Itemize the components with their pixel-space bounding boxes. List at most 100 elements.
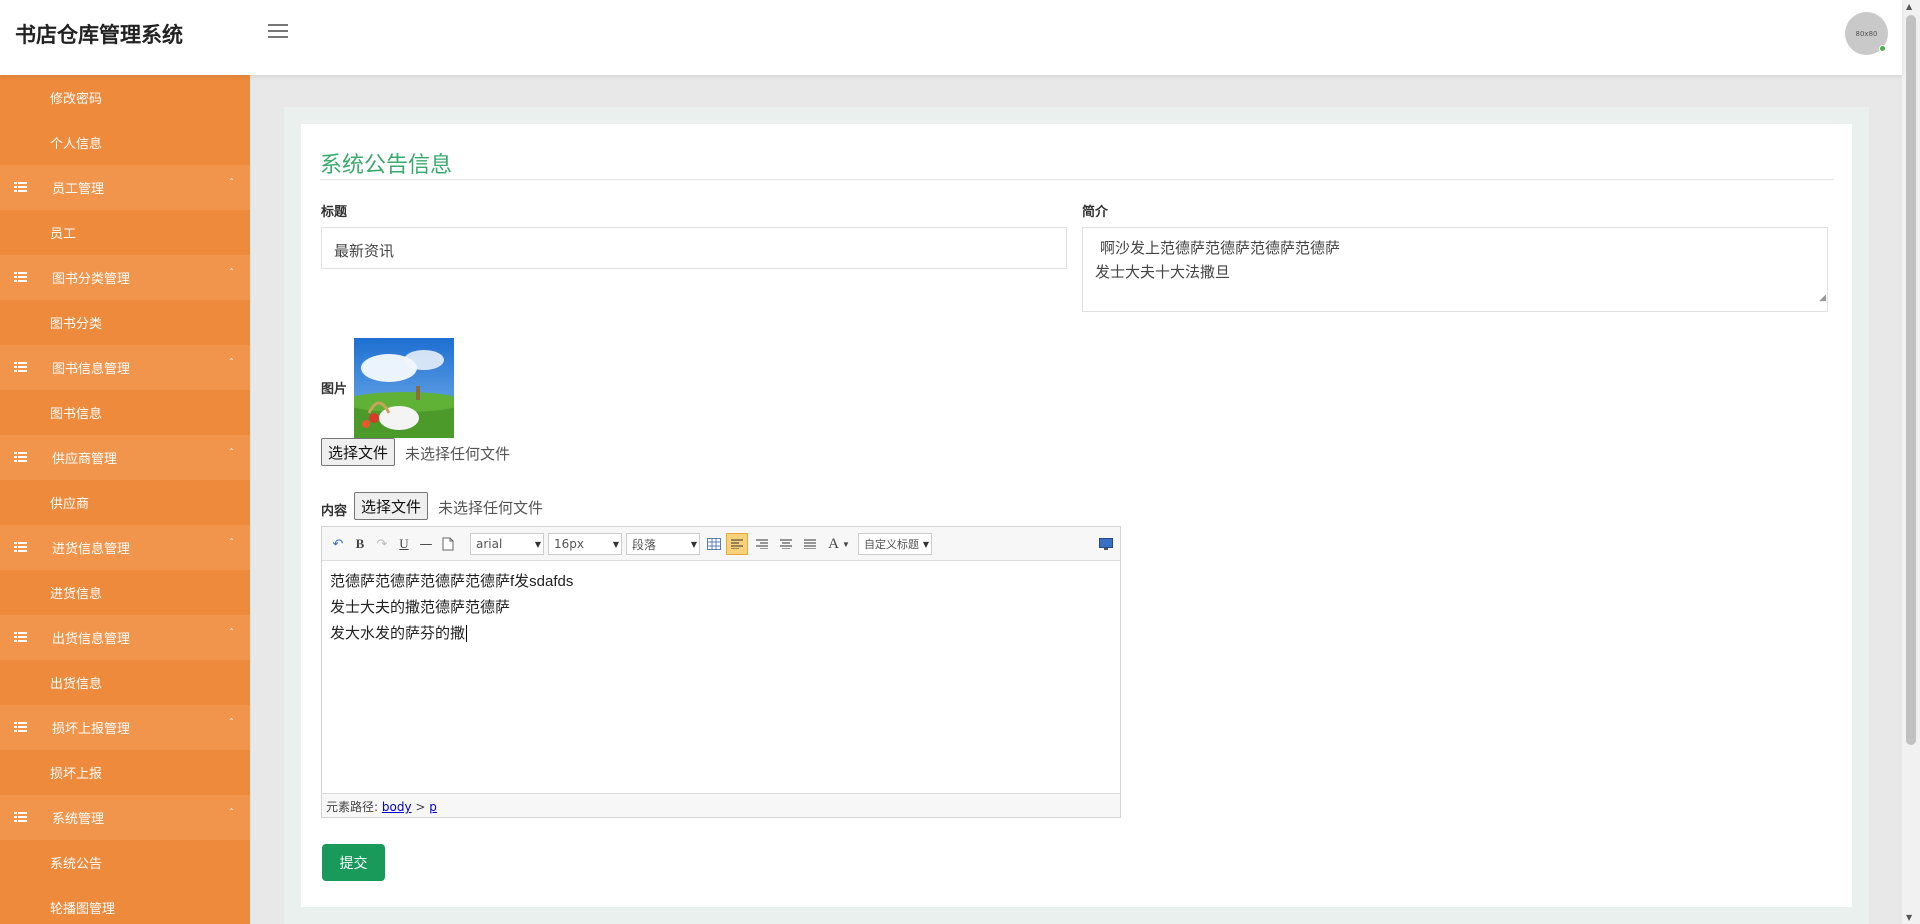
title-input[interactable]: 最新资讯 <box>321 227 1067 269</box>
avatar[interactable]: 80x80 <box>1845 12 1888 55</box>
grid-list-icon <box>14 812 27 822</box>
sidebar-item-label: 系统管理 <box>52 812 105 827</box>
top-header: 书店仓库管理系统 80x80 <box>0 0 1902 75</box>
chevron-up-icon: ˆ <box>229 178 234 189</box>
scrollbar-thumb[interactable] <box>1906 15 1916 745</box>
sidebar-item-label: 员工 <box>50 227 77 242</box>
sidebar-item-label: 出货信息 <box>50 677 103 692</box>
sidebar-group-header[interactable]: 出货信息管理 ˆ <box>0 615 250 660</box>
align-left-icon[interactable] <box>726 533 748 555</box>
paste-plain-icon[interactable] <box>438 533 458 555</box>
avatar-placeholder-text: 80x80 <box>1855 29 1878 38</box>
text-cursor <box>466 625 468 642</box>
sidebar-group-header[interactable]: 进货信息管理 ˆ <box>0 525 250 570</box>
sidebar-item-label: 修改密码 <box>50 92 103 107</box>
scroll-up-icon[interactable]: ▲ <box>1906 2 1912 11</box>
sidebar-item-label: 图书分类 <box>50 317 103 332</box>
font-color-label: A <box>828 535 839 552</box>
sidebar-menu-item[interactable]: 进货信息 <box>0 570 250 615</box>
grid-list-icon <box>14 542 27 552</box>
grid-list-icon <box>14 182 27 192</box>
sidebar-group-header[interactable]: 员工管理 ˆ <box>0 165 250 210</box>
font-size-select[interactable]: 16px ▼ <box>548 533 622 555</box>
sidebar-menu-item[interactable]: 出货信息 <box>0 660 250 705</box>
chevron-down-icon: ▼ <box>534 539 541 549</box>
editor-toolbar: ↶ B ↷ U — arial ▼ 16px ▼ 段落 ▼ A ▼ 自定义标题 … <box>322 527 1120 561</box>
image-label: 图片 <box>321 382 348 397</box>
paragraph-select[interactable]: 段落 ▼ <box>626 533 700 555</box>
sidebar-group-header[interactable]: 损坏上报管理 ˆ <box>0 705 250 750</box>
sidebar-item-label: 图书分类管理 <box>52 272 131 287</box>
content-file-status: 未选择任何文件 <box>438 500 544 517</box>
editor-line: 发大水发的萨芬的撒 <box>330 625 468 642</box>
underline-button[interactable]: U <box>394 533 414 555</box>
content-label: 内容 <box>321 504 348 519</box>
title-divider <box>320 179 1834 180</box>
sidebar-menu-item[interactable]: 图书分类 <box>0 300 250 345</box>
intro-textarea[interactable]: 啊沙发上范德萨范德萨范德萨范德萨 发士大夫十大法撒旦 ◢ <box>1082 227 1828 312</box>
table-icon[interactable] <box>704 533 724 555</box>
editor-content-area[interactable]: 范德萨范德萨范德萨范德萨f发sdafds 发士大夫的撒范德萨范德萨 发大水发的萨… <box>322 562 1120 794</box>
chevron-down-icon: ▼ <box>612 539 619 549</box>
sidebar: 修改密码 个人信息 员工管理 ˆ 员工 图书分类管理 ˆ 图书分类 图书信息管理 ˆ 图书信息 供应商… <box>0 75 250 924</box>
sidebar-menu-item[interactable]: 员工 <box>0 210 250 255</box>
align-center-icon[interactable] <box>776 533 796 555</box>
image-file-button[interactable]: 选择文件 <box>321 438 396 466</box>
sidebar-group-header[interactable]: 图书信息管理 ˆ <box>0 345 250 390</box>
sidebar-menu-item[interactable]: 轮播图管理 <box>0 885 250 924</box>
editor-line: 发士大夫的撒范德萨范德萨 <box>330 599 511 616</box>
sidebar-item-label: 进货信息 <box>50 587 103 602</box>
sidebar-group-header[interactable]: 供应商管理 ˆ <box>0 435 250 480</box>
custom-title-select[interactable]: 自定义标题 ▼ <box>858 533 932 555</box>
sidebar-item-label: 供应商管理 <box>52 452 118 467</box>
font-family-select[interactable]: arial ▼ <box>470 533 544 555</box>
app-title: 书店仓库管理系统 <box>15 23 183 47</box>
intro-label: 简介 <box>1082 205 1109 220</box>
sidebar-item-label: 供应商 <box>50 497 90 512</box>
fullscreen-icon[interactable] <box>1096 533 1116 555</box>
editor-line: 范德萨范德萨范德萨范德萨f发sdafds <box>330 573 574 590</box>
grid-list-icon <box>14 632 27 642</box>
grid-list-icon <box>14 362 27 372</box>
content-file-button[interactable]: 选择文件 <box>354 492 429 520</box>
path-body-link[interactable]: body <box>382 800 412 814</box>
sidebar-group-header[interactable]: 系统管理 ˆ <box>0 795 250 840</box>
sidebar-menu-item[interactable]: 修改密码 <box>0 75 250 120</box>
font-size-value: 16px <box>554 537 584 551</box>
sidebar-item-label: 轮播图管理 <box>50 902 116 917</box>
resize-grip-icon[interactable]: ◢ <box>1819 286 1826 310</box>
page-title: 系统公告信息 <box>320 153 453 178</box>
sidebar-item-label: 进货信息管理 <box>52 542 131 557</box>
align-right-icon[interactable] <box>752 533 772 555</box>
undo-icon[interactable]: ↶ <box>328 533 348 555</box>
sidebar-menu-item[interactable]: 系统公告 <box>0 840 250 885</box>
sidebar-item-label: 个人信息 <box>50 137 103 152</box>
paragraph-value: 段落 <box>632 537 657 552</box>
font-color-button[interactable]: A ▼ <box>824 533 854 555</box>
menu-toggle-icon[interactable] <box>268 24 288 40</box>
chevron-up-icon: ˆ <box>229 628 234 639</box>
font-family-value: arial <box>476 537 503 551</box>
bold-button[interactable]: B <box>350 533 370 555</box>
redo-icon[interactable]: ↷ <box>372 533 392 555</box>
image-preview <box>354 338 454 438</box>
submit-button[interactable]: 提交 <box>322 844 385 881</box>
sidebar-item-label: 图书信息管理 <box>52 362 131 377</box>
chevron-down-icon: ▼ <box>690 539 697 549</box>
sidebar-item-label: 系统公告 <box>50 857 103 872</box>
sidebar-menu-item[interactable]: 图书信息 <box>0 390 250 435</box>
sidebar-menu-item[interactable]: 个人信息 <box>0 120 250 165</box>
page-scrollbar[interactable]: ▲ ▼ <box>1902 0 1920 924</box>
intro-line: 发士大夫十大法撒旦 <box>1095 263 1231 281</box>
sidebar-menu-item[interactable]: 损坏上报 <box>0 750 250 795</box>
scroll-down-icon[interactable]: ▼ <box>1906 913 1912 922</box>
sidebar-group-header[interactable]: 图书分类管理 ˆ <box>0 255 250 300</box>
sidebar-menu-item[interactable]: 供应商 <box>0 480 250 525</box>
horizontal-rule-icon[interactable]: — <box>416 533 436 555</box>
intro-line: 啊沙发上范德萨范德萨范德萨范德萨 <box>1100 239 1341 257</box>
align-justify-icon[interactable] <box>800 533 820 555</box>
chevron-up-icon: ˆ <box>229 718 234 729</box>
chevron-up-icon: ˆ <box>229 808 234 819</box>
path-p-link[interactable]: p <box>429 800 437 814</box>
chevron-down-icon: ▼ <box>841 539 850 549</box>
